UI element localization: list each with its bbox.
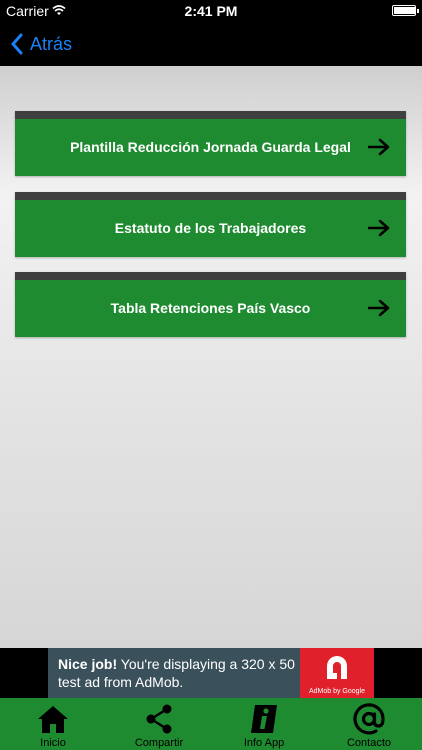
arrow-right-icon: [368, 299, 390, 317]
tab-label: Inicio: [40, 737, 66, 749]
ad-content[interactable]: Nice job! You're displaying a 320 x 50 t…: [48, 648, 374, 698]
share-icon: [146, 704, 172, 734]
status-time: 2:41 PM: [184, 3, 238, 19]
menu-item-label: Tabla Retenciones País Vasco: [110, 300, 311, 316]
navigation-bar: Atrás: [0, 22, 422, 66]
back-label: Atrás: [30, 33, 73, 54]
menu-item-body: Estatuto de los Trabajadores: [15, 200, 406, 257]
menu-item-label: Plantilla Reducción Jornada Guarda Legal: [70, 139, 351, 155]
menu-item-body: Plantilla Reducción Jornada Guarda Legal: [15, 119, 406, 176]
battery-icon: [392, 5, 419, 16]
at-sign-icon: [353, 703, 385, 735]
admob-logo: AdMob by Google: [300, 648, 374, 698]
menu-item-estatuto[interactable]: Estatuto de los Trabajadores: [15, 192, 406, 257]
info-icon: [251, 705, 277, 733]
ad-text: Nice job! You're displaying a 320 x 50 t…: [58, 655, 303, 691]
content-area: Plantilla Reducción Jornada Guarda Legal…: [0, 66, 422, 648]
home-icon: [38, 706, 68, 733]
admob-icon: [327, 656, 347, 679]
tab-contacto[interactable]: Contacto: [316, 698, 422, 750]
menu-item-strip: [15, 111, 406, 119]
admob-caption: AdMob by Google: [308, 688, 366, 695]
arrow-right-icon: [368, 138, 390, 156]
menu-item-plantilla[interactable]: Plantilla Reducción Jornada Guarda Legal: [15, 111, 406, 176]
tab-info-app[interactable]: Info App: [212, 698, 316, 750]
menu-item-label: Estatuto de los Trabajadores: [114, 220, 307, 236]
menu-item-tabla-retenciones[interactable]: Tabla Retenciones País Vasco: [15, 272, 406, 337]
tab-label: Info App: [243, 737, 285, 749]
menu-item-body: Tabla Retenciones País Vasco: [15, 280, 406, 337]
arrow-right-icon: [368, 219, 390, 237]
menu-item-strip: [15, 192, 406, 200]
ad-headline: Nice job!: [58, 656, 118, 672]
status-bar: Carrier 2:41 PM: [0, 0, 422, 22]
tab-compartir[interactable]: Compartir: [106, 698, 212, 750]
back-button[interactable]: Atrás: [10, 30, 72, 58]
tab-bar: Inicio Compartir Info App Contacto: [0, 698, 422, 750]
tab-inicio[interactable]: Inicio: [0, 698, 106, 750]
tab-label: Contacto: [346, 737, 392, 749]
chevron-left-icon: [11, 33, 23, 55]
ad-banner: Nice job! You're displaying a 320 x 50 t…: [0, 648, 422, 698]
tab-label: Compartir: [134, 737, 184, 749]
menu-item-strip: [15, 272, 406, 280]
